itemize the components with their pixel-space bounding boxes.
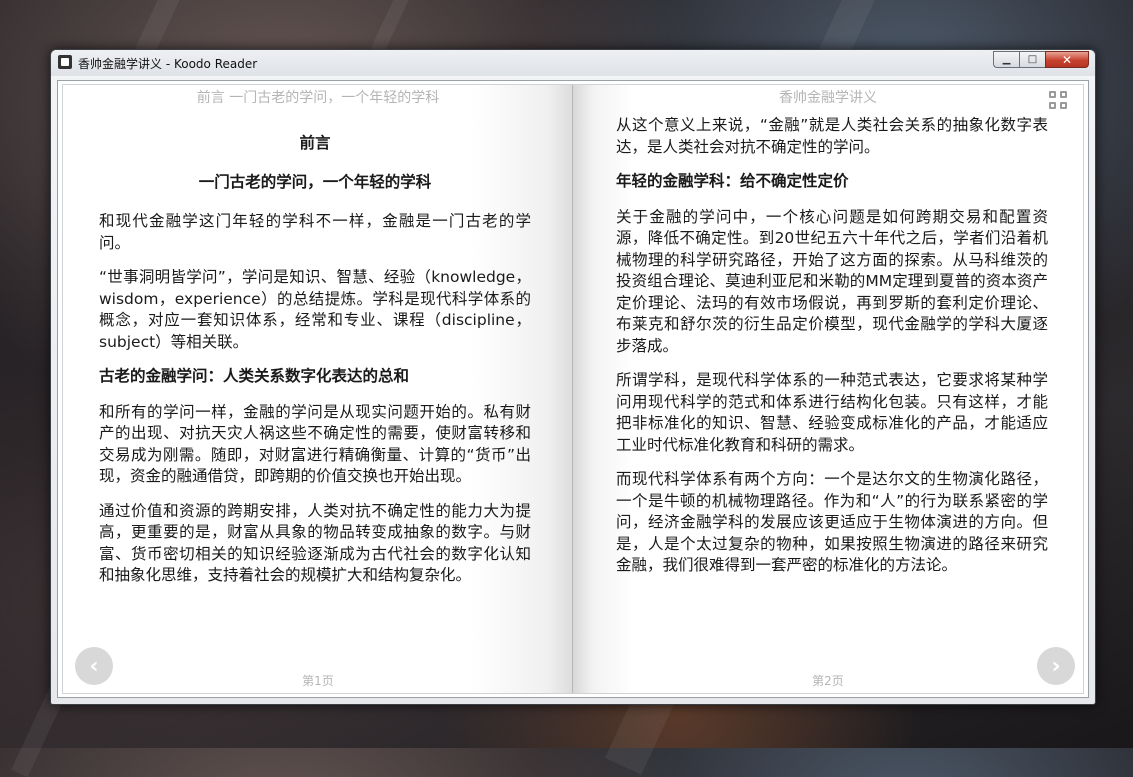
right-page-number: 第2页 (812, 674, 844, 688)
chevron-right-icon: › (1051, 653, 1061, 679)
reader-view: 前言 一门古老的学问，一个年轻的学科 前言 一门古老的学问，一个年轻的学科 和现… (57, 80, 1089, 698)
window-title: 香帅金融学讲义 - Koodo Reader (78, 57, 258, 71)
section-heading: 年轻的金融学科：给不确定性定价 (616, 172, 849, 190)
paragraph: 而现代科学体系有两个方向：一个是达尔文的生物演化路径，一个是牛顿的机械物理路径。… (616, 470, 1048, 574)
right-running-head: 香帅金融学讲义 (779, 90, 877, 106)
koodo-reader-icon (58, 55, 72, 69)
left-page-number: 第1页 (302, 674, 334, 688)
paragraph: “世事洞明皆学问”，学问是知识、智慧、经验（knowledge，wisdom，e… (99, 268, 531, 351)
title-bar[interactable]: 香帅金融学讲义 - Koodo Reader ▁ □ ✕ (51, 50, 1095, 76)
chevron-left-icon: ‹ (89, 653, 99, 679)
chapter-heading: 前言 (299, 134, 331, 152)
left-page[interactable]: 前言 一门古老的学问，一个年轻的学科 前言 一门古老的学问，一个年轻的学科 和现… (63, 85, 573, 693)
maximize-button[interactable]: □ (1019, 51, 1045, 68)
book-frame: 前言 一门古老的学问，一个年轻的学科 前言 一门古老的学问，一个年轻的学科 和现… (62, 84, 1084, 694)
app-window: 香帅金融学讲义 - Koodo Reader ▁ □ ✕ 前言 一门古老的学问，… (50, 49, 1096, 705)
minimize-button[interactable]: ▁ (993, 51, 1019, 68)
prev-page-button[interactable]: ‹ (75, 647, 113, 685)
grid-view-icon[interactable] (1049, 91, 1069, 111)
close-button[interactable]: ✕ (1045, 51, 1089, 68)
left-running-head: 前言 一门古老的学问，一个年轻的学科 (196, 90, 440, 106)
next-page-button[interactable]: › (1037, 647, 1075, 685)
window-controls: ▁ □ ✕ (993, 51, 1089, 68)
left-page-content: 前言 一门古老的学问，一个年轻的学科 和现代金融学这门年轻的学科不一样，金融是一… (99, 115, 531, 600)
right-page[interactable]: 香帅金融学讲义 从这个意义上来说，“金融”就是人类社会关系的抽象化数字表达，是人… (573, 85, 1083, 693)
paragraph: 和所有的学问一样，金融的学问是从现实问题开始的。私有财产的出现、对抗天灾人祸这些… (99, 402, 531, 486)
paragraph: 关于金融的学问中，一个核心问题是如何跨期交易和配置资源，降低不确定性。到20世纪… (616, 207, 1048, 355)
paragraph: 所谓学科，是现代科学体系的一种范式表达，它要求将某种学问用现代科学的范式和体系进… (616, 371, 1048, 454)
section-heading: 古老的金融学问：人类关系数字化表达的总和 (99, 367, 410, 385)
paragraph: 通过价值和资源的跨期安排，人类对抗不确定性的能力大为提高，更重要的是，财富从具象… (99, 501, 531, 585)
paragraph: 和现代金融学这门年轻的学科不一样，金融是一门古老的学问。 (99, 212, 531, 252)
paragraph: 从这个意义上来说，“金融”就是人类社会关系的抽象化数字表达，是人类社会对抗不确定… (616, 116, 1048, 156)
right-page-content: 从这个意义上来说，“金融”就是人类社会关系的抽象化数字表达，是人类社会对抗不确定… (616, 115, 1048, 590)
chapter-subheading: 一门古老的学问，一个年轻的学科 (198, 172, 432, 191)
